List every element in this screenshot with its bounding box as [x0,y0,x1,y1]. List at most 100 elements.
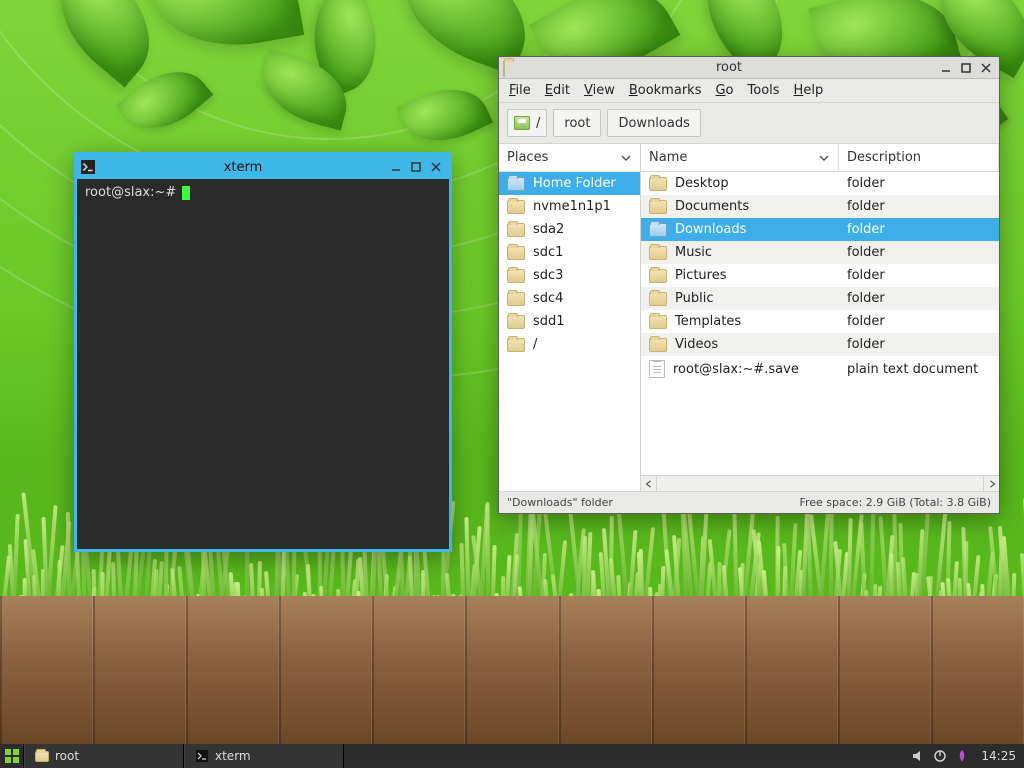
horizontal-scrollbar[interactable] [641,475,999,491]
sidebar-item[interactable]: Home Folder [499,172,640,195]
file-name: Pictures [675,268,726,283]
taskbar: root xterm 14:25 [0,744,1024,768]
file-row[interactable]: Desktop folder [641,172,999,195]
minimize-button[interactable] [937,60,955,76]
fm-filepane: Name Description DesktopfolderDocumentsf… [641,144,999,491]
close-button[interactable] [977,60,995,76]
taskbar-clock[interactable]: 14:25 [981,749,1016,763]
sidebar-item-label: sda2 [533,222,564,237]
volume-icon[interactable] [911,749,925,763]
terminal-icon [81,160,95,174]
file-row[interactable]: Templates folder [641,310,999,333]
file-row[interactable]: root@slax:~#.save plain text document [641,356,999,382]
menu-tools[interactable]: Tools [748,83,780,98]
xterm-title: xterm [101,160,385,175]
file-name: Documents [675,199,749,214]
minimize-button[interactable] [387,159,405,175]
chevron-down-icon [620,152,632,164]
sidebar-item-label: / [533,337,537,352]
path-seg-downloads[interactable]: Downloads [607,109,700,137]
sidebar-item[interactable]: nvme1n1p1 [499,195,640,218]
file-row[interactable]: Pictures folder [641,264,999,287]
terminal-body[interactable]: root@slax:~# [77,179,449,549]
file-desc: folder [839,333,999,356]
maximize-button[interactable] [407,159,425,175]
folder-icon [649,223,667,237]
folder-icon [507,292,525,306]
folder-icon [507,223,525,237]
folder-icon [649,246,667,260]
start-button[interactable] [0,744,24,768]
column-description[interactable]: Description [839,144,999,171]
sidebar-item[interactable]: sdc1 [499,241,640,264]
folder-icon [507,177,525,191]
maximize-button[interactable] [957,60,975,76]
file-name: Music [675,245,712,260]
wallpaper-floor [0,596,1024,746]
file-desc: folder [839,310,999,333]
sidebar-item[interactable]: sdc4 [499,287,640,310]
folder-icon [507,338,525,352]
fm-sidebar: Places Home Folder nvme1n1p1 sda2 sdc1 sdc3 s… [499,144,641,491]
column-headers: Name Description [641,144,999,172]
path-seg-root[interactable]: root [553,109,601,137]
file-row[interactable]: Documentsfolder [641,195,999,218]
file-name: Templates [675,314,741,329]
file-row[interactable]: Videos folder [641,333,999,356]
sidebar-header[interactable]: Places [499,144,640,172]
file-desc: folder [839,241,999,264]
file-name: Desktop [675,176,729,191]
file-desc: folder [839,172,999,195]
file-row[interactable]: Downloadsfolder [641,218,999,241]
scroll-left-icon[interactable] [641,476,657,492]
folder-icon [649,338,667,352]
menu-view[interactable]: View [584,83,615,98]
menu-file[interactable]: File [509,83,531,98]
sidebar-item[interactable]: sda2 [499,218,640,241]
file-row[interactable]: Publicfolder [641,287,999,310]
xterm-window[interactable]: xterm root@slax:~# [74,152,452,552]
task-label: root [55,749,79,763]
fm-statusbar: "Downloads" folder Free space: 2.9 GiB (… [499,491,999,513]
terminal-icon [195,749,209,763]
file-name: Videos [675,337,718,352]
sidebar-item[interactable]: sdc3 [499,264,640,287]
sidebar-item[interactable]: / [499,333,640,356]
file-name: root@slax:~#.save [673,362,799,377]
scroll-right-icon[interactable] [983,476,999,492]
tray-app-icon[interactable] [955,749,969,763]
xterm-titlebar[interactable]: xterm [77,155,449,179]
menu-go[interactable]: Go [715,83,733,98]
taskbar-task[interactable]: xterm [184,744,344,768]
sidebar-item-label: nvme1n1p1 [533,199,611,214]
terminal-cursor [182,186,190,200]
sidebar-item-label: sdc4 [533,291,563,306]
menu-edit[interactable]: Edit [545,83,570,98]
file-row[interactable]: Music folder [641,241,999,264]
file-desc: folder [839,264,999,287]
power-icon[interactable] [933,749,947,763]
fm-title: root [523,60,935,75]
taskbar-task[interactable]: root [24,744,184,768]
status-right: Free space: 2.9 GiB (Total: 3.8 GiB) [799,496,991,509]
folder-icon [507,269,525,283]
file-desc: folder [839,218,999,241]
menu-bookmarks[interactable]: Bookmarks [629,83,702,98]
sidebar-item[interactable]: sdd1 [499,310,640,333]
close-button[interactable] [427,159,445,175]
folder-icon [507,315,525,329]
disk-icon [514,116,530,130]
fm-titlebar[interactable]: root [499,57,999,79]
column-name[interactable]: Name [641,144,839,171]
status-left: "Downloads" folder [507,496,613,509]
folder-icon [503,61,517,75]
sidebar-item-label: Home Folder [533,176,616,191]
sidebar-item-label: sdc1 [533,245,563,260]
menu-help[interactable]: Help [794,83,824,98]
terminal-prompt: root@slax:~# [85,185,180,200]
path-root[interactable]: / [507,109,547,137]
fm-menubar: File Edit View Bookmarks Go Tools Help [499,79,999,103]
file-desc: plain text document [839,358,999,381]
filemanager-window[interactable]: root File Edit View Bookmarks Go Tools H… [498,56,1000,514]
folder-icon [649,292,667,306]
